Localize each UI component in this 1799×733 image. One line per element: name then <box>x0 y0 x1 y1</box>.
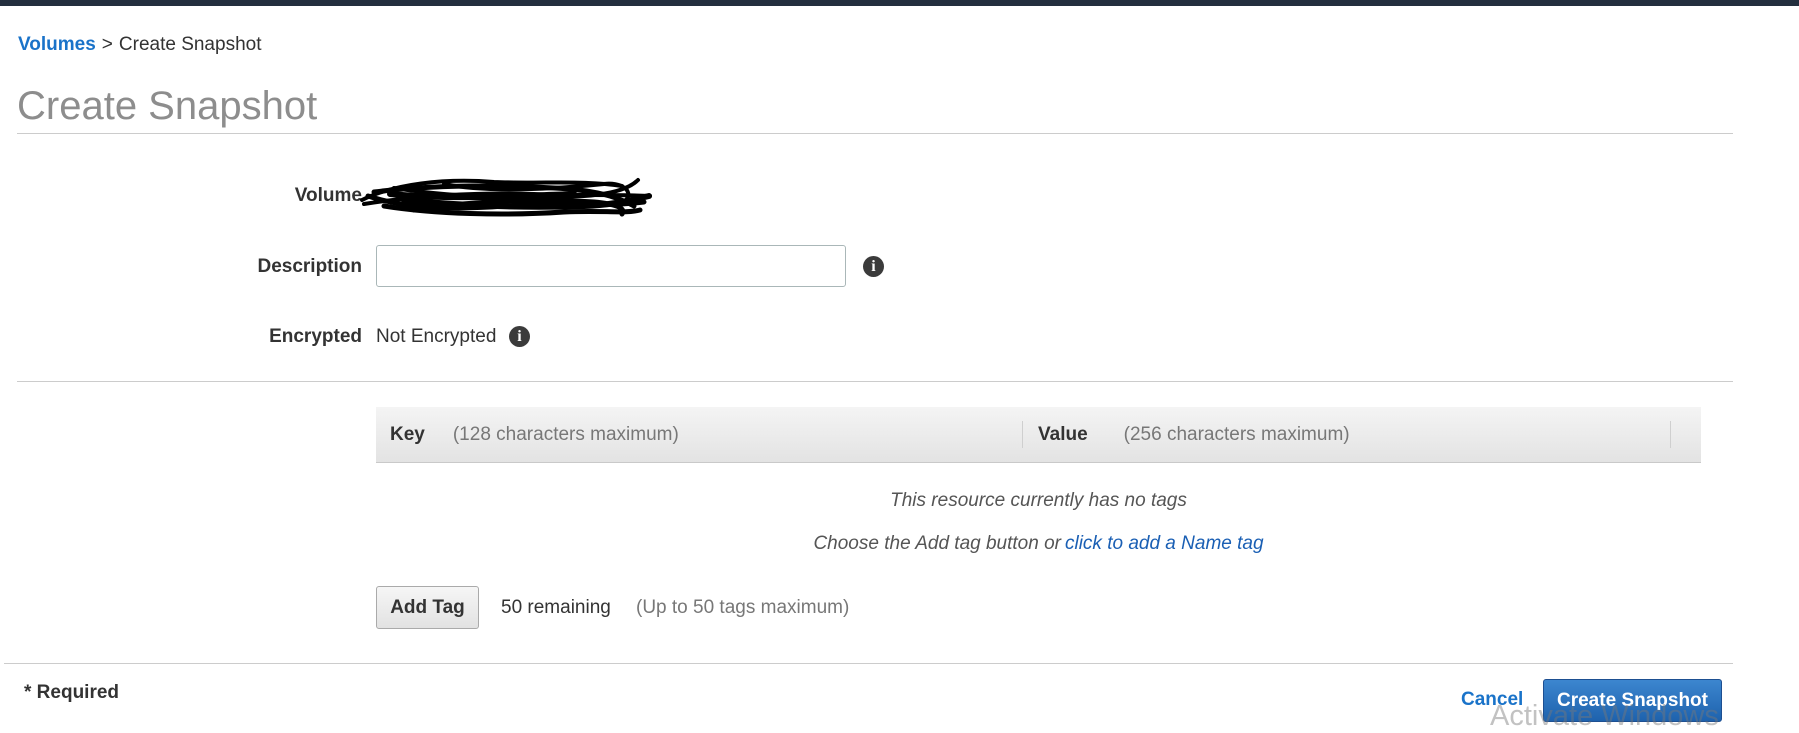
encrypted-label: Encrypted <box>269 326 362 347</box>
key-header-hint: (128 characters maximum) <box>452 424 679 445</box>
description-info-icon[interactable]: i <box>863 256 884 277</box>
key-column-header: Key (128 characters maximum) <box>390 407 679 462</box>
required-note: * Required <box>24 682 120 703</box>
column-divider-end <box>1670 421 1671 448</box>
footer-divider <box>4 663 1733 664</box>
add-tag-instruction-text: Choose the Add tag button or <box>813 533 1061 554</box>
cancel-button[interactable]: Cancel <box>1461 689 1523 711</box>
encrypted-value: Not Encrypted <box>376 326 497 347</box>
no-tags-message: This resource currently has no tags <box>890 490 1187 511</box>
tags-remaining: 50 remaining <box>501 597 611 618</box>
breadcrumb-volumes-link[interactable]: Volumes <box>18 34 96 55</box>
encrypted-info-icon[interactable]: i <box>509 326 530 347</box>
value-column-header: Value (256 characters maximum) <box>1038 407 1350 462</box>
add-tag-button[interactable]: Add Tag <box>376 586 479 629</box>
create-snapshot-button[interactable]: Create Snapshot <box>1543 679 1722 722</box>
page-title: Create Snapshot <box>17 84 318 128</box>
volume-label: Volume <box>294 185 362 206</box>
breadcrumb-separator: > <box>101 34 113 55</box>
description-label: Description <box>257 256 362 277</box>
tags-table-header: Key (128 characters maximum) Value (256 ch… <box>376 407 1701 463</box>
description-input[interactable] <box>376 245 846 287</box>
tags-limit-note: (Up to 50 tags maximum) <box>636 597 850 618</box>
column-divider <box>1022 421 1023 448</box>
add-tag-instructions: Choose the Add tag button or click to add… <box>376 533 1701 555</box>
add-name-tag-link[interactable]: click to add a Name tag <box>1065 533 1264 554</box>
value-header-label: Value <box>1038 424 1088 445</box>
tags-table: Key (128 characters maximum) Value (256 ch… <box>376 407 1701 463</box>
breadcrumb: Volumes > Create Snapshot <box>18 34 261 56</box>
redacted-volume-id <box>360 178 652 217</box>
breadcrumb-current: Create Snapshot <box>118 34 262 55</box>
title-divider <box>17 133 1733 134</box>
value-header-hint: (256 characters maximum) <box>1123 424 1350 445</box>
top-navigation-bar <box>0 0 1799 6</box>
section-divider <box>17 381 1733 382</box>
key-header-label: Key <box>390 424 425 445</box>
